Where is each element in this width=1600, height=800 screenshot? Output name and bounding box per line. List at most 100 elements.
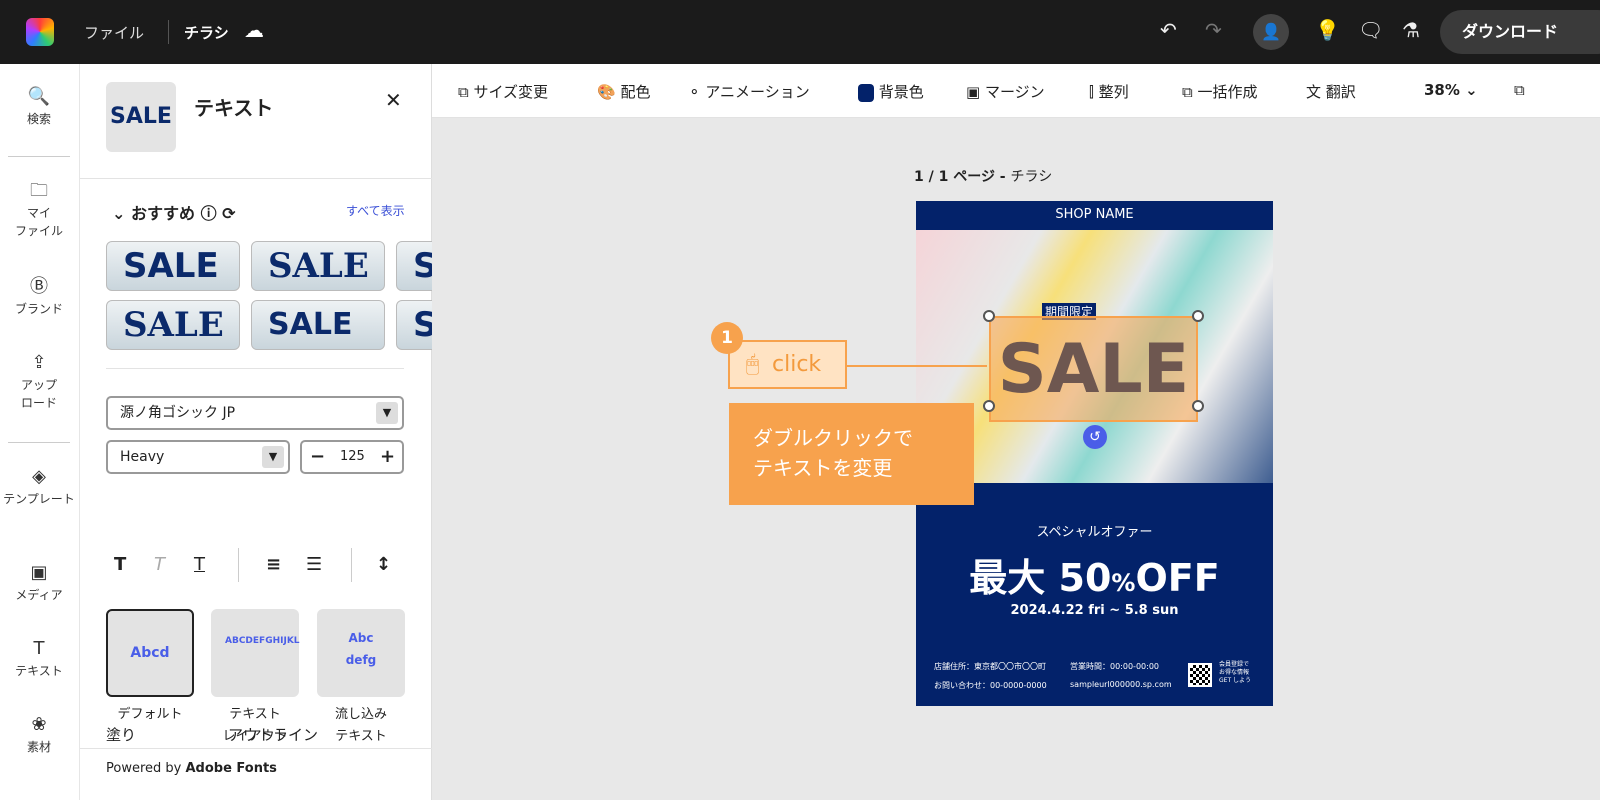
resize-button[interactable]: ⧉ サイズ変更 [458, 81, 548, 102]
shop-name[interactable]: SHOP NAME [916, 207, 1273, 222]
panel-thumbnail: SALE [106, 82, 176, 152]
text-type-flow[interactable]: Abc defg [317, 609, 405, 697]
font-family-value: 源ノ角ゴシック JP [120, 405, 236, 421]
pages-icon[interactable]: ⧉ [1514, 81, 1525, 99]
page-name: チラシ [1010, 169, 1053, 185]
comment-icon[interactable]: 🗨 [1358, 18, 1383, 42]
recommended-label: おすすめ [130, 204, 195, 223]
increase-size-button[interactable]: + [380, 442, 395, 472]
hours-text[interactable]: 営業時間：00:00-00:00 [1070, 661, 1159, 672]
resize-handle[interactable] [1192, 310, 1204, 322]
redo-icon[interactable]: ↷ [1205, 18, 1222, 42]
translate-button[interactable]: 文 翻訳 [1306, 81, 1356, 102]
underline-icon[interactable]: T [194, 554, 205, 575]
rail-label: 検索 [26, 112, 51, 126]
margin-button[interactable]: ▣ マージン [966, 81, 1045, 102]
offer-part: 最大 [969, 556, 1059, 600]
background-color-button[interactable]: 背景色 [858, 81, 924, 102]
resize-handle[interactable] [983, 400, 995, 412]
member-text[interactable]: 会員登録で お得な情報 GET しよう [1219, 661, 1251, 685]
page-label: 1 / 1 ページ - チラシ [914, 166, 1052, 186]
undo-icon[interactable]: ↶ [1160, 18, 1177, 42]
rail-elements[interactable]: ❀ 素材 [0, 716, 78, 756]
lightbulb-icon[interactable]: 💡 [1315, 18, 1340, 42]
line-spacing-icon[interactable]: ↕ [376, 554, 391, 575]
text-style-tile[interactable]: SALE [251, 300, 385, 350]
font-weight-select[interactable]: Heavy ▼ [106, 440, 290, 474]
tool-label: 翻訳 [1325, 83, 1356, 101]
tool-label: アニメーション [705, 83, 810, 101]
font-size-value[interactable]: 125 [340, 442, 365, 472]
powered-by: Powered by Adobe Fonts [106, 761, 277, 776]
flask-icon[interactable]: ⚗ [1402, 18, 1420, 42]
divider [168, 20, 169, 44]
click-label: click [772, 352, 822, 377]
rotate-icon[interactable]: ↺ [1083, 425, 1107, 449]
card-label: デフォルト [117, 707, 183, 722]
rail-my-files[interactable]: 🗀 マイ ファイル [0, 182, 78, 240]
offer-part: OFF [1135, 556, 1220, 600]
bold-icon[interactable]: T [114, 554, 126, 575]
text-style-tile[interactable]: SALE [106, 241, 240, 291]
special-offer-text[interactable]: スペシャルオファー [916, 521, 1273, 540]
show-all-link[interactable]: すべて表示 [346, 202, 405, 219]
date-text[interactable]: 2024.4.22 fri ~ 5.8 sun [916, 603, 1273, 618]
qr-code[interactable] [1188, 663, 1212, 687]
text-style-tile[interactable]: SALE [106, 300, 240, 350]
recommended-header[interactable]: ⌄ おすすめ ⓘ ⟳ [112, 200, 236, 224]
outline-label[interactable]: アウトライン [228, 724, 318, 745]
font-family-select[interactable]: 源ノ角ゴシック JP ▼ [106, 396, 404, 430]
color-scheme-button[interactable]: 🎨 配色 [597, 81, 650, 102]
rail-search[interactable]: 🔍 検索 [0, 88, 78, 128]
resize-handle[interactable] [1192, 400, 1204, 412]
refresh-icon[interactable]: ⟳ [222, 204, 235, 223]
decrease-size-button[interactable]: − [310, 442, 325, 472]
align-button[interactable]: ⫿ 整列 [1089, 81, 1129, 102]
url-text[interactable]: sampleurl000000.sp.com [1070, 680, 1172, 689]
tool-label: サイズ変更 [473, 83, 549, 101]
rail-text[interactable]: T テキスト [0, 640, 78, 680]
card-label: 流し込み テキスト [334, 707, 387, 744]
chevron-down-icon: ▼ [376, 402, 398, 424]
invite-user-icon[interactable]: 👤 [1253, 14, 1289, 50]
download-button[interactable]: ダウンロード [1440, 10, 1600, 54]
animation-button[interactable]: ⚬ アニメーション [688, 81, 810, 102]
left-rail: 🔍 検索 🗀 マイ ファイル Ⓑ ブランド ⇪ アップ ロード ◈ テンプレート ▣ メディ… [0, 64, 80, 800]
close-icon[interactable]: ✕ [385, 88, 402, 112]
list-icon[interactable]: ☰ [306, 554, 322, 575]
selected-sale-text[interactable]: SALE [989, 316, 1198, 422]
template-icon: ◈ [32, 466, 46, 487]
rail-media[interactable]: ▣ メディア [0, 564, 78, 604]
step-badge: 1 [711, 322, 743, 354]
text-type-layout[interactable]: ABCDEFGHIJKL [211, 609, 300, 697]
contact-text[interactable]: お問い合わせ：00-0000-0000 [934, 680, 1047, 691]
divider [351, 548, 352, 582]
divider [80, 748, 432, 749]
bulk-create-button[interactable]: ⧉ 一括作成 [1182, 81, 1258, 102]
resize-handle[interactable] [983, 310, 995, 322]
text-type-default[interactable]: Abcd [106, 609, 194, 697]
color-swatch [858, 83, 874, 102]
divider [106, 368, 404, 369]
rail-brand[interactable]: Ⓑ ブランド [0, 278, 78, 318]
address-text[interactable]: 店舗住所：東京都〇〇市〇〇町 [934, 661, 1046, 672]
tool-label: 一括作成 [1197, 83, 1258, 101]
click-annotation: 🖱 click [728, 340, 847, 389]
discount-text[interactable]: 最大 50%OFF [916, 547, 1273, 602]
rail-label: 素材 [26, 740, 51, 754]
zoom-select[interactable]: 38% ⌄ [1424, 81, 1478, 99]
adobe-express-logo[interactable] [26, 18, 54, 46]
info-icon[interactable]: ⓘ [201, 204, 217, 223]
file-menu[interactable]: ファイル [84, 22, 144, 43]
rail-templates[interactable]: ◈ テンプレート [0, 468, 78, 508]
text-style-tile[interactable]: SALE [251, 241, 385, 291]
document-title[interactable]: チラシ [184, 22, 229, 43]
align-left-icon[interactable]: ≡ [266, 554, 281, 575]
rail-upload[interactable]: ⇪ アップ ロード [0, 354, 78, 412]
tool-label: マージン [984, 83, 1045, 101]
font-size-stepper[interactable]: − 125 + [300, 440, 404, 474]
powered-text: Powered by [106, 761, 186, 776]
rail-label: テンプレート [3, 492, 75, 506]
fill-label[interactable]: 塗り [106, 724, 136, 745]
italic-icon[interactable]: T [154, 554, 165, 575]
